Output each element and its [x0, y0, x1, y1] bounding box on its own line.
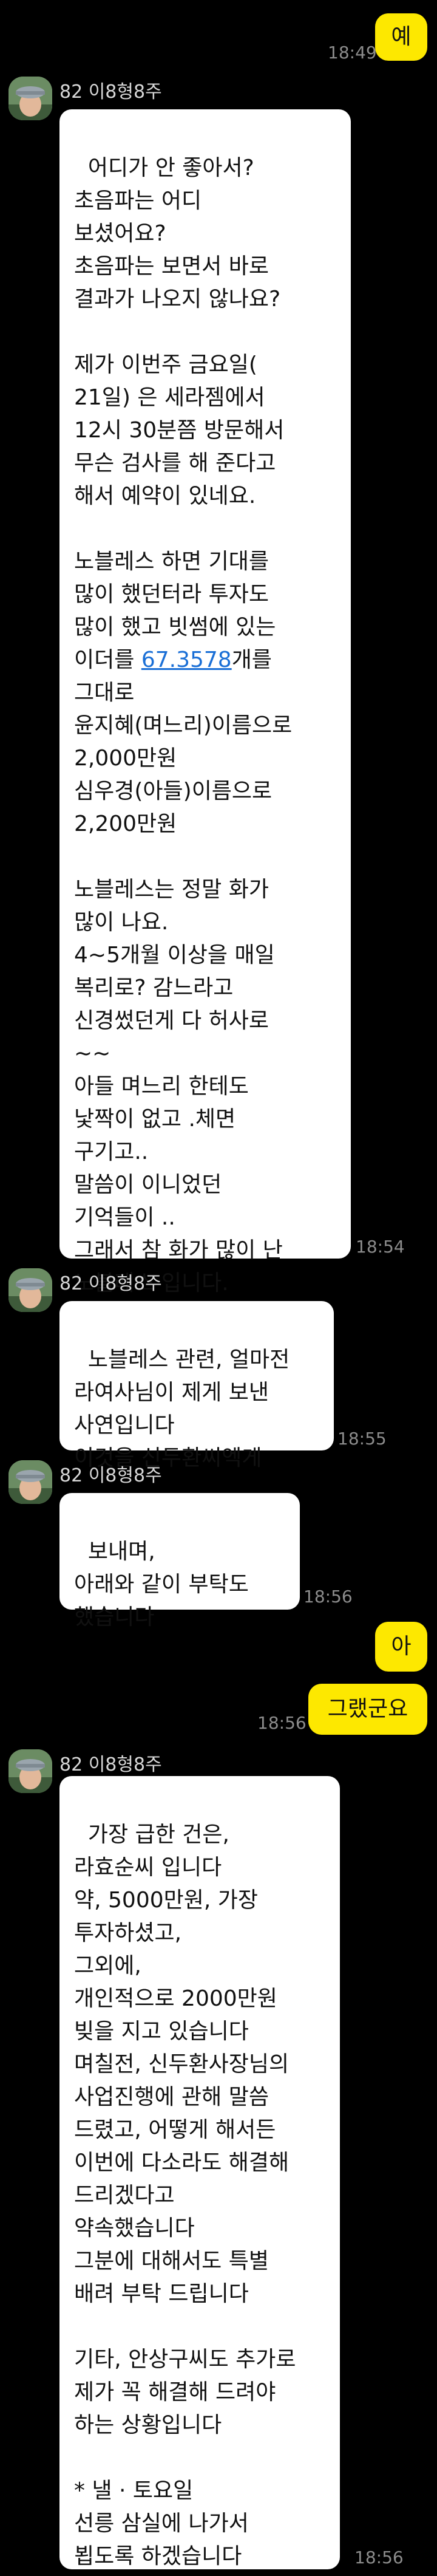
sender-name: 82 이8형8주	[59, 1465, 162, 1486]
sender-name: 82 이8형8주	[59, 81, 162, 103]
profile-avatar-icon[interactable]	[8, 1460, 52, 1504]
message-text: 보내며, 아래와 같이 부탁도 했습니다	[74, 1539, 249, 1630]
incoming-message-bubble[interactable]: 어디가 안 좋아서? 초음파는 어디 보셨어요? 초음파는 보면서 바로 결과가…	[59, 109, 351, 1296]
profile-avatar-icon[interactable]	[8, 77, 52, 120]
profile-avatar-icon[interactable]	[8, 1268, 52, 1312]
outgoing-message-bubble[interactable]: 예	[375, 13, 427, 61]
message-time: 18:55	[337, 1429, 387, 1449]
incoming-message-bubble[interactable]: 가장 급한 건은, 라효순씨 입니다 약, 5000만원, 가장 투자하셨고, …	[59, 1776, 340, 2569]
message-time: 18:49	[328, 43, 377, 63]
message-text: 그랬군요	[327, 1696, 408, 1721]
message-text: 아	[391, 1634, 412, 1659]
outgoing-message-bubble[interactable]: 그랬군요	[308, 1684, 427, 1735]
sender-name: 82 이8형8주	[59, 1273, 162, 1294]
message-text: 개를 그대로 윤지혜(며느리)이름으로 2,000만원 심우경(아들)이름으로 …	[74, 647, 293, 1296]
incoming-message-bubble[interactable]: 노블레스 관련, 얼마전 라여사님이 제게 보낸 사연입니다 이것을 신두환씨엑…	[59, 1301, 334, 1471]
message-time: 18:54	[356, 1237, 405, 1257]
message-text: 노블레스 관련, 얼마전 라여사님이 제게 보낸 사연입니다 이것을 신두환씨엑…	[74, 1347, 290, 1471]
message-time: 18:56	[354, 2547, 404, 2567]
message-text: 어디가 안 좋아서? 초음파는 어디 보셨어요? 초음파는 보면서 바로 결과가…	[74, 155, 285, 672]
message-time: 18:56	[303, 1587, 353, 1607]
message-time: 18:56	[257, 1713, 307, 1733]
profile-avatar-icon[interactable]	[8, 1749, 52, 1793]
message-link[interactable]: 67.3578	[141, 647, 232, 672]
message-text: 가장 급한 건은, 라효순씨 입니다 약, 5000만원, 가장 투자하셨고, …	[74, 1822, 296, 2569]
sender-name: 82 이8형8주	[59, 1754, 162, 1775]
message-text: 예	[391, 24, 412, 49]
incoming-message-bubble[interactable]: 보내며, 아래와 같이 부탁도 했습니다	[59, 1493, 300, 1630]
outgoing-message-bubble[interactable]: 아	[375, 1622, 427, 1672]
